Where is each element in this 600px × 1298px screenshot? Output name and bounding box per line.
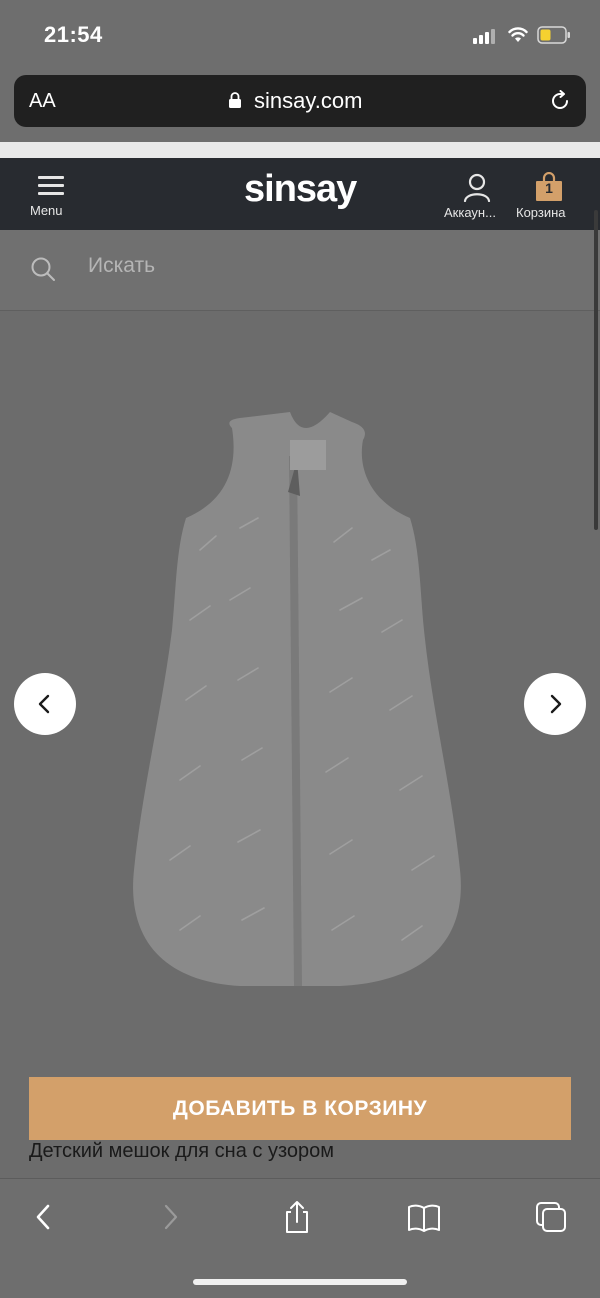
bookmarks-icon[interactable] xyxy=(407,1200,441,1234)
search-icon[interactable] xyxy=(30,256,56,282)
next-image-button[interactable] xyxy=(524,673,586,735)
previous-image-button[interactable] xyxy=(14,673,76,735)
reload-icon[interactable] xyxy=(549,90,571,112)
cellular-signal-icon xyxy=(473,28,499,44)
battery-icon xyxy=(537,26,570,44)
chevron-right-icon xyxy=(550,694,562,714)
text-size-button[interactable]: AA xyxy=(29,90,56,113)
cart-count-badge: 1 xyxy=(545,180,553,196)
page-top-gap xyxy=(0,142,600,158)
chevron-left-icon xyxy=(38,694,50,714)
status-time: 21:54 xyxy=(44,22,103,47)
search-input[interactable] xyxy=(88,250,548,282)
add-to-cart-button[interactable]: ДОБАВИТЬ В КОРЗИНУ xyxy=(29,1077,571,1140)
product-title: Детский мешок для сна с узором xyxy=(29,1140,335,1162)
home-indicator xyxy=(193,1279,407,1285)
forward-icon[interactable] xyxy=(154,1200,188,1234)
account-icon[interactable] xyxy=(462,172,492,202)
tabs-icon[interactable] xyxy=(534,1200,568,1234)
sleeping-bag-image xyxy=(133,412,461,987)
cart-label[interactable]: Корзина xyxy=(516,205,566,220)
menu-label[interactable]: Menu xyxy=(30,203,63,218)
back-icon[interactable] xyxy=(28,1200,62,1234)
sinsay-logo[interactable]: sinsay xyxy=(244,168,357,211)
share-icon[interactable] xyxy=(280,1200,314,1234)
url-text[interactable]: sinsay.com xyxy=(254,88,362,114)
lock-icon xyxy=(229,92,241,108)
scroll-indicator xyxy=(594,210,598,530)
hamburger-menu-icon[interactable] xyxy=(38,176,64,196)
wifi-icon xyxy=(508,27,528,42)
account-label[interactable]: Аккаун... xyxy=(444,205,496,220)
